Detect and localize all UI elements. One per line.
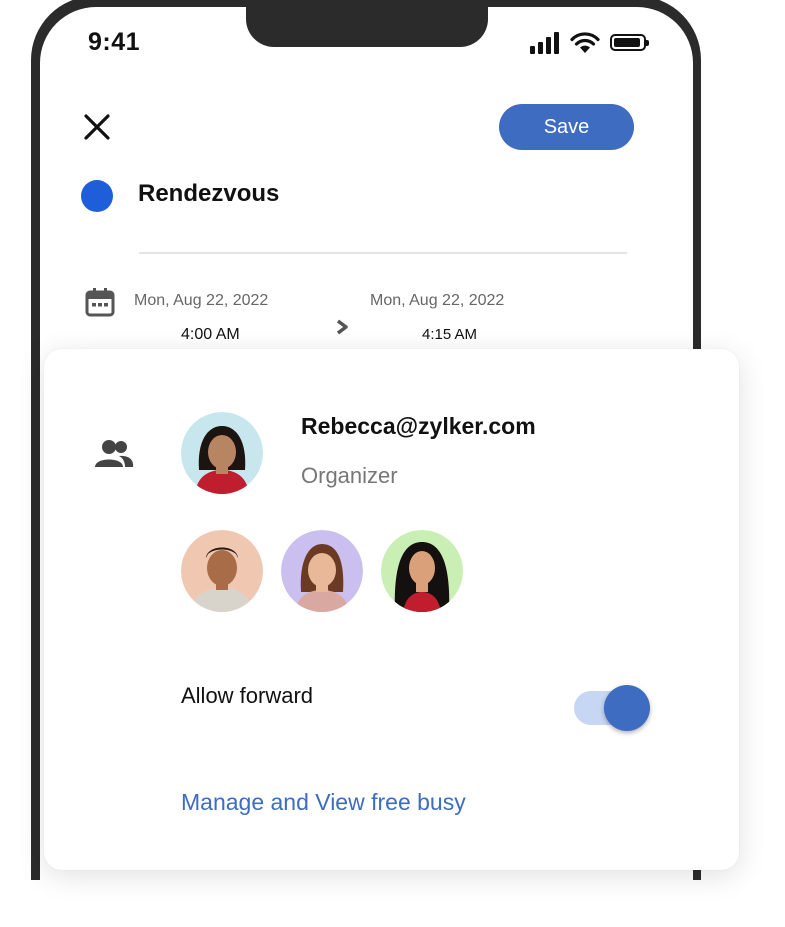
organizer-role: Organizer <box>301 463 398 488</box>
people-icon <box>95 440 134 467</box>
end-time[interactable]: 4:15 AM <box>422 326 477 343</box>
guest-avatar[interactable] <box>281 530 363 612</box>
start-time[interactable]: 4:00 AM <box>181 326 240 344</box>
start-date[interactable]: Mon, Aug 22, 2022 <box>134 292 268 310</box>
close-icon[interactable] <box>82 112 112 142</box>
allow-forward-label: Allow forward <box>181 683 314 708</box>
signal-icon <box>530 30 564 54</box>
free-busy-link[interactable]: Manage and View free busy <box>181 789 466 816</box>
attendees-card: Rebecca@zylker.com Organizer Allow forwa… <box>44 349 739 870</box>
wifi-icon <box>570 32 600 53</box>
calendar-icon <box>85 288 115 317</box>
toggle-knob <box>604 685 650 731</box>
organizer-avatar <box>181 412 263 494</box>
organizer-email[interactable]: Rebecca@zylker.com <box>301 413 536 440</box>
chevron-right-icon <box>336 319 348 335</box>
event-color-dot[interactable] <box>81 180 113 212</box>
allow-forward-toggle[interactable] <box>574 683 654 733</box>
guest-avatar[interactable] <box>381 530 463 612</box>
divider <box>139 252 627 254</box>
phone-notch <box>246 0 488 47</box>
battery-icon <box>610 34 649 51</box>
guest-avatar[interactable] <box>181 530 263 612</box>
event-title[interactable]: Rendezvous <box>138 180 279 208</box>
save-button[interactable]: Save <box>499 104 634 150</box>
end-date[interactable]: Mon, Aug 22, 2022 <box>370 292 504 310</box>
status-time: 9:41 <box>88 28 141 56</box>
